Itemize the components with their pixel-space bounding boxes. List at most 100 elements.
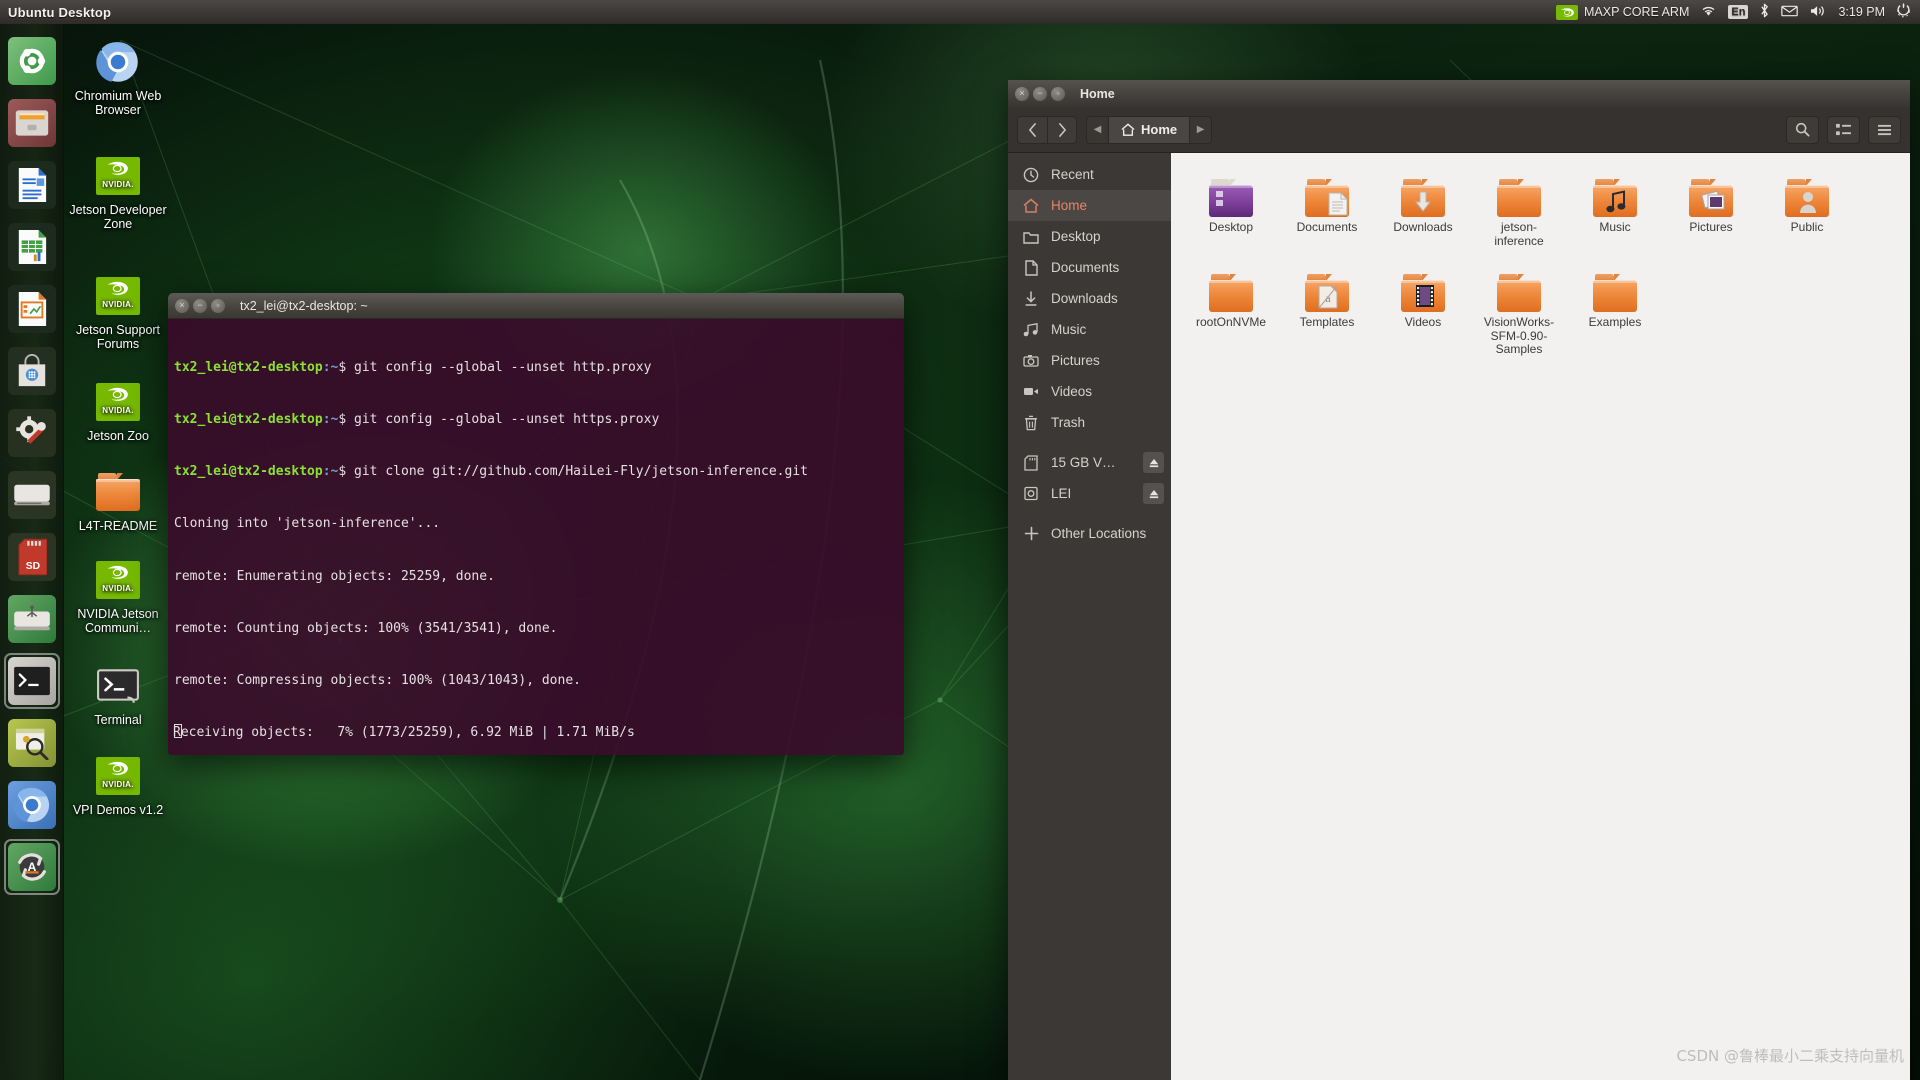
file-item-pictures[interactable]: Pictures	[1673, 167, 1749, 248]
file-item-examples[interactable]: Examples	[1577, 262, 1653, 357]
sidebar-item-pictures[interactable]: Pictures	[1008, 345, 1171, 376]
launcher-item-removable-drive[interactable]	[4, 591, 60, 647]
envelope-icon[interactable]	[1781, 5, 1799, 20]
sidebar-divider	[1008, 438, 1171, 447]
eject-icon[interactable]	[1143, 483, 1164, 504]
file-item-videos[interactable]: Videos	[1385, 262, 1461, 357]
terminal-command: git config --global --unset http.proxy	[354, 359, 652, 375]
sidebar-item-home[interactable]: Home	[1008, 190, 1171, 221]
terminal-prompt-symbol: $	[338, 412, 355, 428]
file-item-jetson-inference[interactable]: jetson-inference	[1481, 167, 1557, 248]
desktop-icon-terminal[interactable]: Terminal	[66, 662, 170, 727]
launcher-item-system-settings[interactable]	[4, 405, 60, 461]
minimize-icon[interactable]: −	[1033, 86, 1047, 101]
breadcrumb-label: Home	[1141, 122, 1178, 137]
folder-icon	[1022, 230, 1040, 244]
file-manager-window[interactable]: × − ▫ Home ◀ Home ▶ Recent Home Desktop …	[1008, 80, 1910, 1080]
eject-icon[interactable]	[1143, 452, 1164, 473]
keyboard-layout-indicator[interactable]: En	[1728, 5, 1749, 19]
terminal-prompt-user: tx2_lei@tx2-desktop	[174, 359, 323, 375]
sidebar-device-label: LEI	[1051, 486, 1072, 501]
close-icon[interactable]: ×	[1015, 86, 1029, 101]
maximize-icon[interactable]: ▫	[1051, 86, 1065, 101]
sidebar-item-trash[interactable]: Trash	[1008, 407, 1171, 438]
sidebar-item-downloads[interactable]: Downloads	[1008, 283, 1171, 314]
desktop-icon-l4t-readme[interactable]: L4T-README	[66, 468, 170, 533]
nvidia-indicator[interactable]: MAXP CORE ARM	[1556, 4, 1689, 20]
launcher-item-ubuntu-software[interactable]	[4, 343, 60, 399]
desktop-icon-label: VPI Demos v1.2	[72, 803, 164, 817]
view-toggle-button[interactable]	[1827, 115, 1860, 144]
launcher-item-sd-card[interactable]: SD	[4, 529, 60, 585]
breadcrumb-next-button[interactable]: ▶	[1190, 115, 1213, 144]
launcher-item-libreoffice-impress[interactable]	[4, 281, 60, 337]
nvidia-wordmark: NVIDIA.	[102, 180, 134, 189]
launcher-item-libreoffice-writer[interactable]	[4, 157, 60, 213]
launcher-item-terminal[interactable]	[4, 653, 60, 709]
file-item-documents[interactable]: Documents	[1289, 167, 1365, 248]
file-item-rootonnvme[interactable]: rootOnNVMe	[1193, 262, 1269, 357]
volume-icon[interactable]	[1809, 4, 1827, 21]
desktop-icon-nvidia-jetson-community[interactable]: NVIDIA. NVIDIA Jetson Communi…	[66, 556, 170, 635]
csdn-watermark: CSDN @鲁棒最小二乘支持向量机	[1676, 1047, 1904, 1065]
sidebar-item-videos[interactable]: Videos	[1008, 376, 1171, 407]
chromium-icon	[66, 38, 170, 86]
launcher-item-software-updater[interactable]: A	[4, 839, 60, 895]
launcher-item-screenshot-tool[interactable]	[4, 715, 60, 771]
sidebar-item-other-locations[interactable]: Other Locations	[1008, 518, 1171, 549]
desktop-icon-jetson-support-forums[interactable]: NVIDIA. Jetson Support Forums	[66, 272, 170, 351]
terminal-window[interactable]: × − ▫ tx2_lei@tx2-desktop: ~ tx2_lei@tx2…	[168, 293, 904, 755]
close-icon[interactable]: ×	[175, 298, 189, 313]
sidebar-item-desktop[interactable]: Desktop	[1008, 221, 1171, 252]
wifi-icon[interactable]	[1700, 4, 1717, 20]
sidebar-item-music[interactable]: Music	[1008, 314, 1171, 345]
launcher-item-disk-drive[interactable]	[4, 467, 60, 523]
file-item-desktop[interactable]: Desktop	[1193, 167, 1269, 248]
desktop-icon-jetson-developer-zone[interactable]: NVIDIA. Jetson Developer Zone	[66, 152, 170, 231]
file-item-music[interactable]: Music	[1577, 167, 1653, 248]
sidebar-device-lei[interactable]: LEI	[1008, 478, 1171, 509]
maximize-icon[interactable]: ▫	[211, 298, 225, 313]
minimize-icon[interactable]: −	[193, 298, 207, 313]
menu-button[interactable]	[1868, 115, 1901, 144]
launcher-item-files[interactable]	[4, 95, 60, 151]
chromium-icon	[7, 781, 56, 829]
bluetooth-icon[interactable]	[1759, 3, 1770, 21]
desktop-icon-chromium-web-browser[interactable]: Chromium Web Browser	[66, 38, 170, 117]
desktop-icon-jetson-zoo[interactable]: NVIDIA. Jetson Zoo	[66, 378, 170, 443]
sidebar-device-15gb-volume[interactable]: 15 GB V…	[1008, 447, 1171, 478]
file-item-visionworks-sfm-samples[interactable]: VisionWorks-SFM-0.90-Samples	[1481, 262, 1557, 357]
file-manager-title: Home	[1080, 86, 1115, 101]
desktop-icon-label: Jetson Developer Zone	[69, 203, 167, 231]
folder-music-icon	[1577, 167, 1653, 217]
terminal-prompt-user: tx2_lei@tx2-desktop	[174, 412, 323, 428]
file-manager-content[interactable]: Desktop Documents Downloads jetson-infer…	[1171, 153, 1910, 1080]
breadcrumb-prev-button[interactable]: ◀	[1086, 115, 1108, 144]
launcher-item-libreoffice-calc[interactable]	[4, 219, 60, 275]
file-manager-toolbar: ◀ Home ▶	[1008, 107, 1910, 153]
panel-title[interactable]: Ubuntu Desktop	[8, 5, 111, 20]
file-item-public[interactable]: Public	[1769, 167, 1845, 248]
launcher-item-chromium[interactable]	[4, 777, 60, 833]
software-bag-icon	[7, 347, 56, 395]
terminal-output[interactable]: tx2_lei@tx2-desktop:~$ git config --glob…	[168, 319, 904, 755]
download-arrow-icon	[1022, 290, 1040, 307]
folder-icon	[66, 468, 170, 516]
sidebar-item-documents[interactable]: Documents	[1008, 252, 1171, 283]
back-button[interactable]	[1017, 115, 1047, 144]
file-item-downloads[interactable]: Downloads	[1385, 167, 1461, 248]
sidebar-item-recent[interactable]: Recent	[1008, 159, 1171, 190]
drive-icon	[1022, 486, 1040, 501]
file-manager-titlebar[interactable]: × − ▫ Home	[1008, 80, 1910, 107]
search-button[interactable]	[1786, 115, 1819, 144]
breadcrumb-current[interactable]: Home	[1108, 115, 1191, 144]
terminal-titlebar[interactable]: × − ▫ tx2_lei@tx2-desktop: ~	[168, 293, 904, 319]
desktop-icon-vpi-demos[interactable]: NVIDIA. VPI Demos v1.2	[66, 752, 170, 817]
terminal-progress-text: Receiving objects: 7% (1773/25259), 6.92…	[173, 725, 635, 741]
forward-button[interactable]	[1047, 115, 1077, 144]
desktop-icon-label: Jetson Support Forums	[75, 323, 161, 351]
clock[interactable]: 3:19 PM	[1838, 5, 1885, 19]
launcher-item-dash-home[interactable]	[4, 33, 60, 89]
file-item-templates[interactable]: a Templates	[1289, 262, 1365, 357]
power-gear-icon[interactable]	[1896, 3, 1911, 21]
